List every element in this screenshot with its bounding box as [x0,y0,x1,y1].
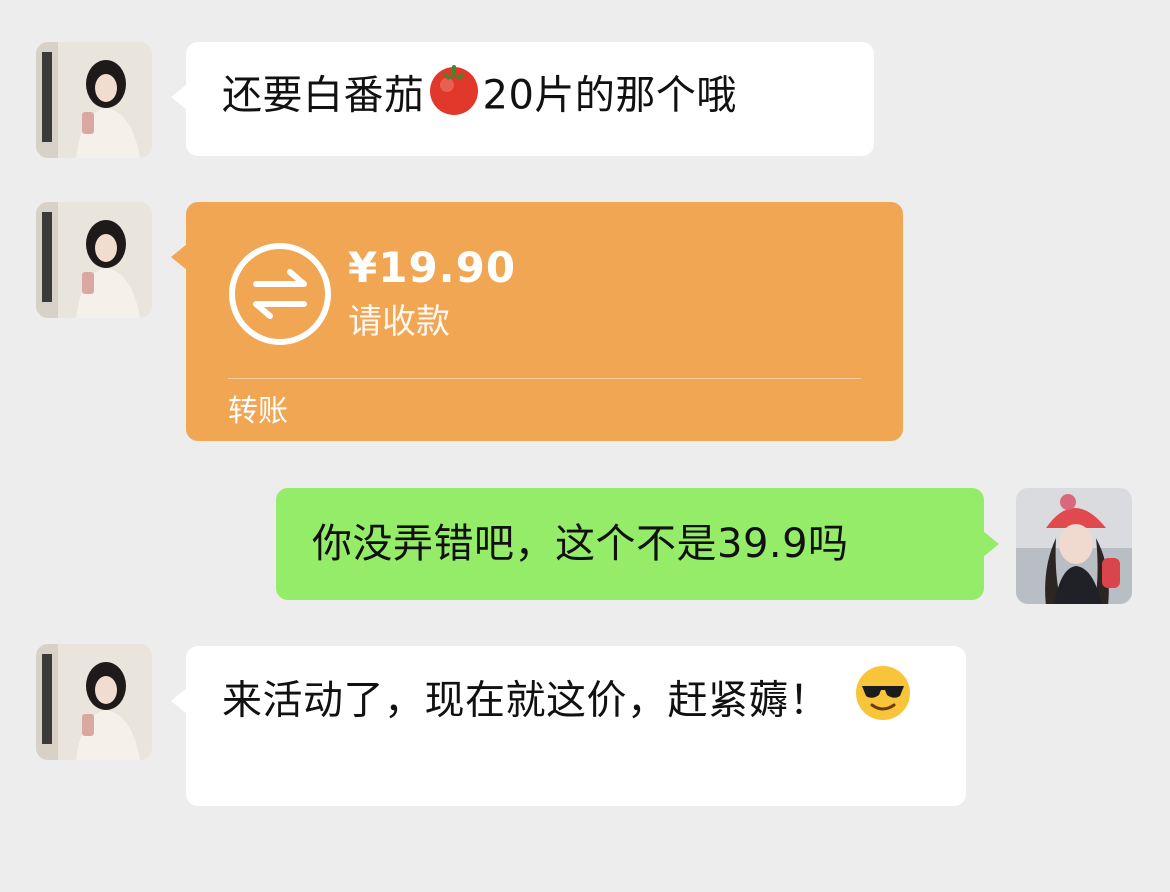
transfer-arrows-icon [228,242,332,346]
message-text: 你没弄错吧，这个不是39.9吗 [312,521,849,567]
contact-avatar[interactable] [36,42,152,158]
transfer-status: 请收款 [348,302,450,342]
message-bubble-incoming[interactable]: 还要白番茄 20片的那个哦 [171,42,874,156]
tomato-emoji-icon [425,59,483,136]
message-bubble-outgoing[interactable]: 你没弄错吧，这个不是39.9吗 [276,488,999,600]
smiling-face-with-sunglasses-icon [854,664,912,741]
message-text: 来活动了，现在就这价，赶紧薅！ [222,664,922,741]
contact-avatar[interactable] [36,202,152,318]
transfer-footer-label: 转账 [228,394,288,429]
transfer-card[interactable]: ¥19.90 请收款 转账 [171,202,903,441]
divider [228,378,861,379]
message-text: 还要白番茄 20片的那个哦 [222,59,838,136]
message-bubble-incoming[interactable]: 来活动了，现在就这价，赶紧薅！ [171,646,966,806]
contact-avatar[interactable] [36,644,152,760]
message-text-part: 20片的那个哦 [482,72,737,119]
transfer-amount: ¥19.90 [348,243,517,292]
message-text-part: 还要白番茄 [222,72,425,119]
self-avatar[interactable] [1016,488,1132,604]
message-text-part: 来活动了，现在就这价，赶紧薅！ [222,677,830,724]
